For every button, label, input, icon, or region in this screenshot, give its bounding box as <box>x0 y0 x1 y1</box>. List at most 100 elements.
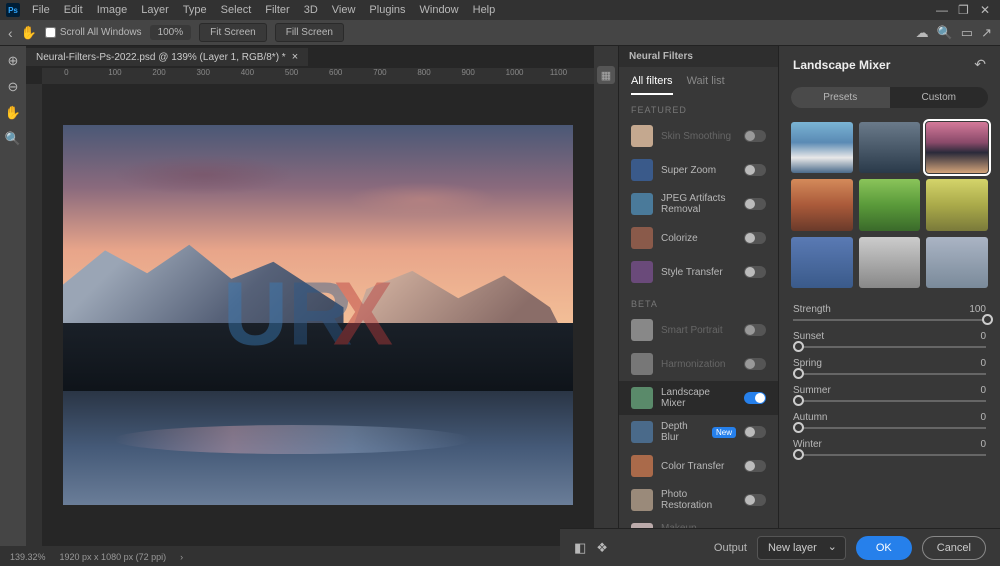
reset-icon[interactable]: ↶ <box>974 56 986 73</box>
zoom-value[interactable]: 100% <box>150 25 192 40</box>
filter-item[interactable]: JPEG Artifacts Removal <box>619 187 778 221</box>
menu-image[interactable]: Image <box>91 2 134 18</box>
slider-track[interactable] <box>793 454 986 456</box>
cancel-button[interactable]: Cancel <box>922 536 986 560</box>
preset-thumbnail[interactable] <box>791 122 853 173</box>
fill-screen-button[interactable]: Fill Screen <box>275 23 344 42</box>
slider-winter: Winter0 <box>793 439 986 456</box>
filter-item[interactable]: Style Transfer <box>619 255 778 289</box>
close-window-icon[interactable]: ✕ <box>974 1 994 19</box>
zoom-in-icon[interactable]: ⊕ <box>4 52 22 70</box>
home-back-icon[interactable]: ‹ <box>8 25 13 41</box>
filter-toggle[interactable] <box>744 232 766 244</box>
cloud-docs-icon[interactable]: ☁ <box>916 25 929 41</box>
menu-file[interactable]: File <box>26 2 56 18</box>
status-chevron-icon[interactable]: › <box>180 552 183 562</box>
panel-collapsed-icon[interactable]: ▦ <box>597 66 615 84</box>
filter-thumbnail <box>631 319 653 341</box>
filter-item[interactable]: Landscape Mixer <box>619 381 778 415</box>
menu-help[interactable]: Help <box>467 2 502 18</box>
filter-label: Harmonization <box>661 359 736 370</box>
slider-track[interactable] <box>793 427 986 429</box>
search-icon[interactable]: 🔍 <box>937 25 953 41</box>
menu-edit[interactable]: Edit <box>58 2 89 18</box>
slider-knob[interactable] <box>982 314 993 325</box>
menu-filter[interactable]: Filter <box>259 2 295 18</box>
slider-track[interactable] <box>793 319 986 321</box>
preset-thumbnail[interactable] <box>926 179 988 230</box>
filter-item[interactable]: Colorize <box>619 221 778 255</box>
workspace-icon[interactable]: ▭ <box>961 25 973 41</box>
restore-icon[interactable]: ❐ <box>952 1 972 19</box>
preset-thumbnail[interactable] <box>926 237 988 288</box>
hand-tool-icon[interactable]: ✋ <box>4 104 22 122</box>
tab-custom[interactable]: Custom <box>890 87 989 108</box>
tab-wait-list[interactable]: Wait list <box>687 75 725 95</box>
preset-thumbnail[interactable] <box>791 237 853 288</box>
fit-screen-button[interactable]: Fit Screen <box>199 23 267 42</box>
filter-item[interactable]: Depth BlurNew <box>619 415 778 449</box>
slider-knob[interactable] <box>793 341 804 352</box>
zoom-out-icon[interactable]: ⊖ <box>4 78 22 96</box>
output-select[interactable]: New layer <box>757 536 846 560</box>
filter-toggle[interactable] <box>744 358 766 370</box>
filter-toggle[interactable] <box>744 324 766 336</box>
slider-track[interactable] <box>793 400 986 402</box>
ok-button[interactable]: OK <box>856 536 912 560</box>
watermark: URX <box>223 264 413 367</box>
preset-thumbnail[interactable] <box>859 237 921 288</box>
slider-knob[interactable] <box>793 449 804 460</box>
filter-toggle[interactable] <box>744 164 766 176</box>
menu-view[interactable]: View <box>326 2 362 18</box>
menu-3d[interactable]: 3D <box>298 2 324 18</box>
filter-label: Style Transfer <box>661 267 736 278</box>
preset-thumbnail[interactable] <box>926 122 988 173</box>
filter-toggle[interactable] <box>744 426 766 438</box>
share-icon[interactable]: ↗ <box>981 25 992 41</box>
layers-icon[interactable]: ❖ <box>596 540 608 556</box>
menu-type[interactable]: Type <box>177 2 213 18</box>
filter-toggle[interactable] <box>744 494 766 506</box>
preset-thumbnail[interactable] <box>791 179 853 230</box>
slider-knob[interactable] <box>793 368 804 379</box>
filter-toggle[interactable] <box>744 198 766 210</box>
filter-item[interactable]: Skin Smoothing <box>619 119 778 153</box>
filter-thumbnail <box>631 421 653 443</box>
slider-knob[interactable] <box>793 395 804 406</box>
menu-window[interactable]: Window <box>414 2 465 18</box>
filter-label: Colorize <box>661 233 736 244</box>
slider-knob[interactable] <box>793 422 804 433</box>
tab-presets[interactable]: Presets <box>791 87 890 108</box>
filter-label: Smart Portrait <box>661 325 736 336</box>
filter-toggle[interactable] <box>744 266 766 278</box>
menu-select[interactable]: Select <box>215 2 258 18</box>
canvas-viewport[interactable]: URX <box>42 84 594 546</box>
magnify-icon[interactable]: 🔍 <box>4 130 22 148</box>
document-image: URX <box>63 125 573 505</box>
filter-toggle[interactable] <box>744 392 766 404</box>
preset-thumbnail[interactable] <box>859 179 921 230</box>
minimize-icon[interactable]: — <box>930 1 950 19</box>
scroll-all-checkbox[interactable]: Scroll All Windows <box>45 27 142 38</box>
menu-layer[interactable]: Layer <box>135 2 175 18</box>
filter-item[interactable]: Harmonization <box>619 347 778 381</box>
filter-item[interactable]: Super Zoom <box>619 153 778 187</box>
filter-title: Landscape Mixer <box>793 58 890 72</box>
filter-item[interactable]: Photo Restoration <box>619 483 778 517</box>
filter-item[interactable]: Color Transfer <box>619 449 778 483</box>
hand-tool-icon[interactable]: ✋ <box>21 25 37 41</box>
slider-track[interactable] <box>793 373 986 375</box>
filter-thumbnail <box>631 193 653 215</box>
menu-plugins[interactable]: Plugins <box>363 2 411 18</box>
slider-track[interactable] <box>793 346 986 348</box>
filter-item[interactable]: Smart Portrait <box>619 313 778 347</box>
preset-thumbnail[interactable] <box>859 122 921 173</box>
before-after-icon[interactable]: ◧ <box>574 540 586 556</box>
status-zoom[interactable]: 139.32% <box>10 552 46 562</box>
tab-all-filters[interactable]: All filters <box>631 75 673 95</box>
close-tab-icon[interactable]: × <box>292 51 298 63</box>
panel-title: Neural Filters <box>619 46 778 67</box>
filter-toggle[interactable] <box>744 130 766 142</box>
filter-toggle[interactable] <box>744 460 766 472</box>
document-tab[interactable]: Neural-Filters-Ps-2022.psd @ 139% (Layer… <box>26 48 308 66</box>
